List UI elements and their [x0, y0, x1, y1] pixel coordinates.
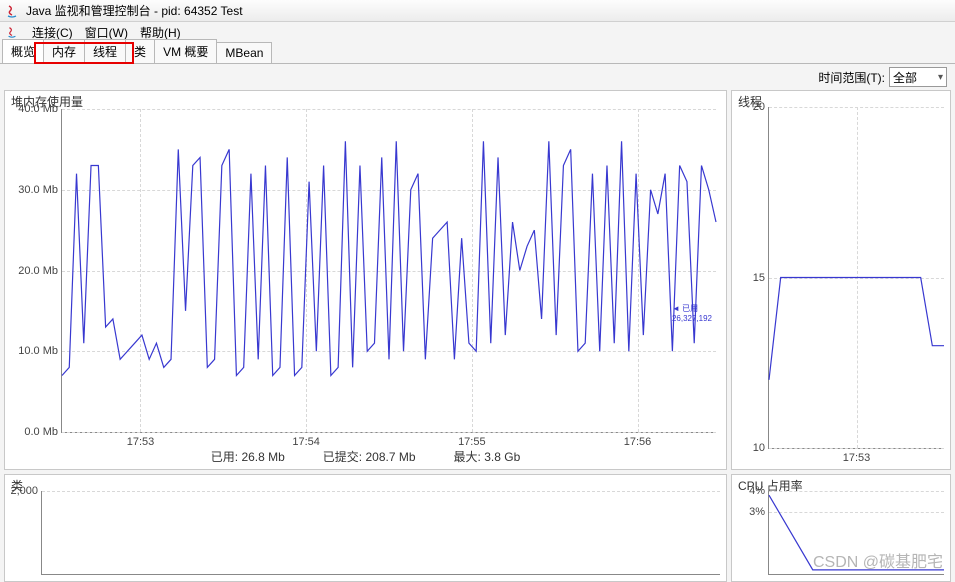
- panel-threads: 线程 10152017:53: [731, 90, 951, 470]
- tab-vm-summary[interactable]: VM 概要: [154, 39, 217, 63]
- heap-used: 已用: 26.8 Mb: [211, 448, 285, 465]
- tab-mbean[interactable]: MBean: [216, 42, 272, 63]
- title-bar: Java 监视和管理控制台 - pid: 64352 Test: [0, 0, 955, 22]
- heap-max: 最大: 3.8 Gb: [454, 448, 521, 465]
- threads-chart: 10152017:53: [768, 107, 944, 449]
- tab-memory[interactable]: 内存: [43, 39, 85, 63]
- classes-chart: 2,000: [41, 491, 720, 575]
- panel-cpu: CPU 占用率 3%4%: [731, 474, 951, 582]
- content-grid: 堆内存使用量 0.0 Mb10.0 Mb20.0 Mb30.0 Mb40.0 M…: [0, 90, 955, 582]
- panel-classes: 类 2,000: [4, 474, 727, 582]
- panel-heap: 堆内存使用量 0.0 Mb10.0 Mb20.0 Mb30.0 Mb40.0 M…: [4, 90, 727, 470]
- time-range-value: 全部: [893, 69, 917, 86]
- heap-committed: 已提交: 208.7 Mb: [323, 448, 416, 465]
- cpu-chart: 3%4%: [768, 491, 944, 575]
- heap-stats: 已用: 26.8 Mb 已提交: 208.7 Mb 最大: 3.8 Gb: [5, 448, 726, 465]
- tab-bar: 概览 内存 线程 类 VM 概要 MBean: [0, 42, 955, 64]
- heap-chart: 0.0 Mb10.0 Mb20.0 Mb30.0 Mb40.0 Mb17:531…: [61, 109, 716, 433]
- chevron-down-icon: ▾: [938, 72, 943, 83]
- heap-legend: ◄ 已用26,327,192: [672, 303, 712, 323]
- tab-overview[interactable]: 概览: [2, 39, 44, 63]
- time-range-label: 时间范围(T):: [818, 69, 885, 86]
- app-icon: [4, 24, 20, 40]
- java-icon: [4, 3, 20, 19]
- time-range-select[interactable]: 全部 ▾: [889, 67, 947, 87]
- window-title: Java 监视和管理控制台 - pid: 64352 Test: [26, 2, 243, 19]
- tab-classes[interactable]: 类: [125, 39, 155, 63]
- toolbar: 时间范围(T): 全部 ▾: [0, 64, 955, 90]
- tab-threads[interactable]: 线程: [84, 39, 126, 63]
